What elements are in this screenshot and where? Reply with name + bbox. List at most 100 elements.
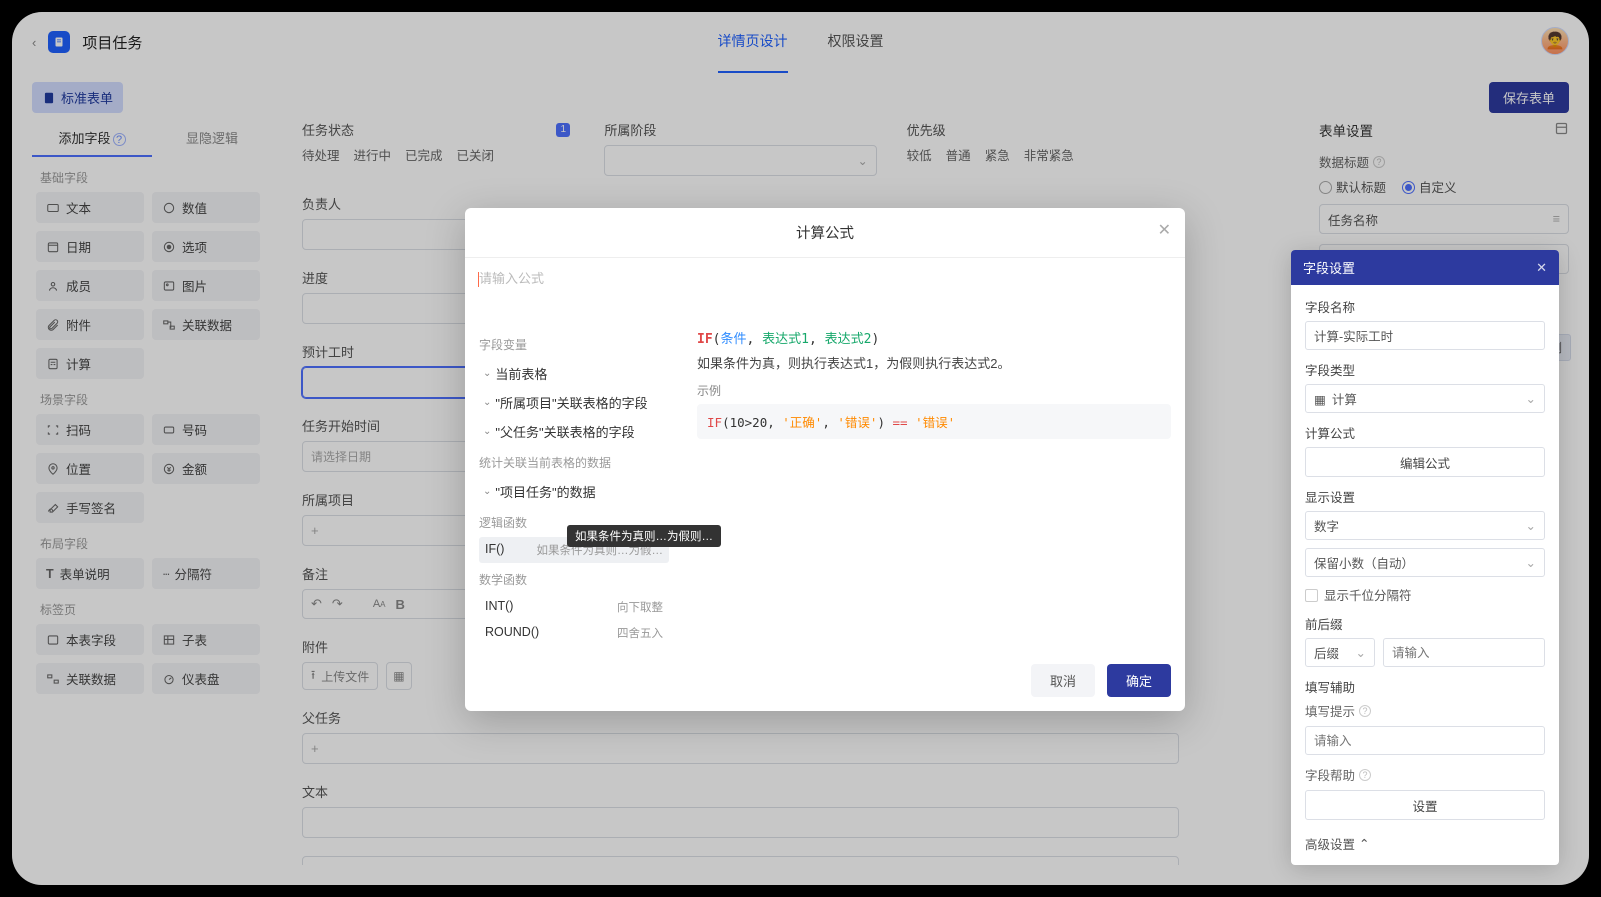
field-settings-title: 字段设置	[1303, 258, 1355, 277]
advanced-toggle[interactable]: 高级设置⌃	[1305, 834, 1545, 853]
tag[interactable]: 紧急	[985, 145, 1010, 164]
fn-desc: 如果条件为真，则执行表达式1，为假则执行表达式2。	[697, 353, 1171, 372]
radio-custom[interactable]: 自定义	[1402, 177, 1457, 196]
group-stat: 统计关联当前表格的数据	[479, 454, 669, 471]
help-icon[interactable]: ?	[1359, 705, 1371, 717]
parent-add[interactable]: +	[302, 733, 1179, 764]
left-panel: 添加字段? 显隐逻辑 基础字段 文本 数值 日期 选项 成员 图片 附件 关联数…	[32, 120, 272, 865]
close-icon[interactable]: ✕	[1536, 260, 1547, 276]
group-scene: 场景字段	[32, 379, 272, 414]
fs-decimal-select[interactable]: 保留小数（自动）⌄	[1305, 548, 1545, 577]
lbl-text: 文本	[302, 782, 1179, 801]
fs-hint-lbl: 填写提示	[1305, 701, 1355, 720]
field-attachment[interactable]: 附件	[36, 309, 144, 340]
help-icon[interactable]: ?	[113, 133, 126, 146]
formula-modal: 计算公式 ✕ 请输入公式 字段变量 ⌄当前表格 ⌄"所属项目"关联表格的字段 ⌄"…	[465, 208, 1185, 711]
field-text[interactable]: 文本	[36, 192, 144, 223]
tooltip: 如果条件为真则…为假则…	[567, 525, 721, 547]
field-signature[interactable]: 手写签名	[36, 492, 144, 523]
title-select[interactable]: 任务名称≡	[1319, 204, 1569, 234]
tag[interactable]: 较低	[907, 145, 932, 164]
qr-button[interactable]: ▦	[386, 662, 411, 690]
field-image[interactable]: 图片	[152, 270, 260, 301]
stage-select[interactable]: ⌄	[604, 145, 876, 176]
form-settings-title: 表单设置	[1319, 120, 1373, 140]
fs-display-lbl: 显示设置	[1305, 487, 1545, 506]
stat-project-task[interactable]: ⌄"项目任务"的数据	[479, 477, 669, 506]
field-subtable[interactable]: 子表	[152, 624, 260, 655]
text-input[interactable]	[302, 807, 1179, 838]
var-project[interactable]: ⌄"所属项目"关联表格的字段	[479, 388, 669, 417]
undo-icon[interactable]: ↶	[311, 596, 322, 612]
fs-hint-input[interactable]	[1305, 726, 1545, 755]
ok-button[interactable]: 确定	[1107, 664, 1171, 697]
fn-signature: IF(条件, 表达式1, 表达式2)	[697, 328, 1171, 347]
field-relation2[interactable]: 关联数据	[36, 663, 144, 694]
tag[interactable]: 已关闭	[457, 145, 495, 164]
field-option[interactable]: 选项	[152, 231, 260, 262]
upload-button[interactable]: ⭱上传文件	[302, 662, 378, 690]
avatar[interactable]: 🧑‍🦱	[1541, 27, 1569, 55]
expand-icon[interactable]	[1554, 121, 1569, 139]
var-parent[interactable]: ⌄"父任务"关联表格的字段	[479, 417, 669, 446]
tab-visibility[interactable]: 显隐逻辑	[152, 120, 272, 157]
list-icon: ≡	[1553, 212, 1560, 226]
var-current[interactable]: ⌄当前表格	[479, 359, 669, 388]
bold-icon[interactable]: B	[396, 597, 405, 612]
field-scan[interactable]: 扫码	[36, 414, 144, 445]
group-basic: 基础字段	[32, 157, 272, 192]
fs-display-select[interactable]: 数字⌄	[1305, 511, 1545, 540]
redo-icon[interactable]: ↷	[332, 596, 343, 612]
field-number[interactable]: 数值	[152, 192, 260, 223]
field-dashboard[interactable]: 仪表盘	[152, 663, 260, 694]
extra-input[interactable]	[302, 856, 1179, 865]
fs-name-input[interactable]	[1305, 321, 1545, 350]
field-divider[interactable]: ···分隔符	[152, 558, 260, 589]
back-button[interactable]: ‹	[32, 35, 36, 50]
cancel-button[interactable]: 取消	[1031, 664, 1095, 697]
edit-formula-button[interactable]: 编辑公式	[1305, 447, 1545, 477]
modal-title: 计算公式	[796, 226, 854, 242]
tag[interactable]: 普通	[946, 145, 971, 164]
field-form-desc[interactable]: T表单说明	[36, 558, 144, 589]
fs-type-select[interactable]: ▦计算⌄	[1305, 384, 1545, 413]
fs-formula-lbl: 计算公式	[1305, 423, 1545, 442]
field-calc[interactable]: 计算	[36, 348, 144, 379]
thousand-checkbox[interactable]	[1305, 589, 1318, 602]
save-form-button[interactable]: 保存表单	[1489, 82, 1569, 113]
tab-permission[interactable]: 权限设置	[828, 12, 884, 73]
close-icon[interactable]: ✕	[1158, 220, 1171, 240]
tab-detail-design[interactable]: 详情页设计	[718, 12, 788, 73]
example-label: 示例	[697, 382, 1171, 399]
tab-add-field[interactable]: 添加字段?	[32, 120, 152, 157]
field-settings-panel: 字段设置✕ 字段名称 字段类型 ▦计算⌄ 计算公式 编辑公式 显示设置 数字⌄ …	[1291, 250, 1559, 865]
radio-default[interactable]: 默认标题	[1319, 177, 1386, 196]
formula-input[interactable]: 请输入公式	[465, 258, 1185, 328]
field-num[interactable]: 号码	[152, 414, 260, 445]
standard-form-pill[interactable]: 标准表单	[32, 82, 123, 113]
fs-affix-lbl: 前后缀	[1305, 614, 1545, 633]
field-member[interactable]: 成员	[36, 270, 144, 301]
fontsize-icon[interactable]: AA	[373, 598, 386, 610]
fs-affix-type[interactable]: 后缀⌄	[1305, 638, 1375, 667]
fn-int[interactable]: INT()向下取整	[479, 594, 669, 620]
tag[interactable]: 待处理	[302, 145, 340, 164]
badge-icon: 1	[556, 123, 570, 137]
help-icon[interactable]: ?	[1359, 769, 1371, 781]
group-vars: 字段变量	[479, 336, 669, 353]
fn-round[interactable]: ROUND()四舍五入	[479, 620, 669, 646]
tag[interactable]: 已完成	[405, 145, 443, 164]
tag[interactable]: 非常紧急	[1024, 145, 1074, 164]
field-location[interactable]: 位置	[36, 453, 144, 484]
field-date[interactable]: 日期	[36, 231, 144, 262]
field-relation[interactable]: 关联数据	[152, 309, 260, 340]
help-icon[interactable]: ?	[1373, 156, 1385, 168]
tag[interactable]: 进行中	[354, 145, 392, 164]
field-self[interactable]: 本表字段	[36, 624, 144, 655]
fs-help-lbl: 字段帮助	[1305, 765, 1355, 784]
group-layout: 布局字段	[32, 523, 272, 558]
field-money[interactable]: 金额	[152, 453, 260, 484]
fs-affix-input[interactable]	[1383, 638, 1545, 667]
fs-name-lbl: 字段名称	[1305, 297, 1545, 316]
fs-help-button[interactable]: 设置	[1305, 790, 1545, 820]
